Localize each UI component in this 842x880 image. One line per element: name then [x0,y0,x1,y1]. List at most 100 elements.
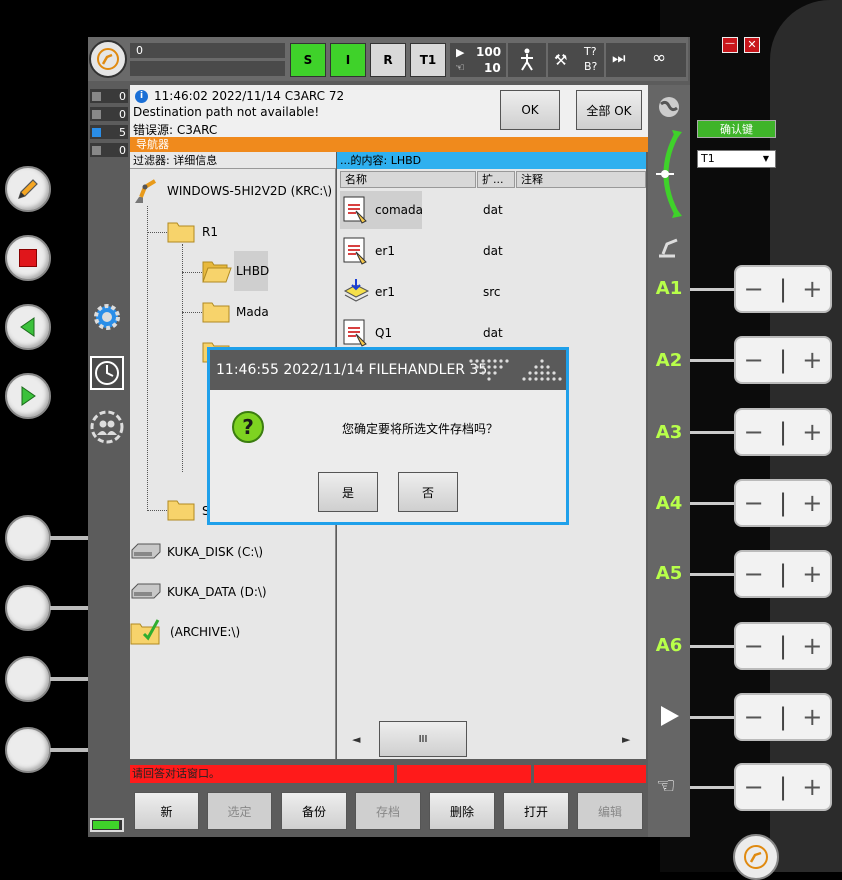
file-row[interactable]: er1 src [340,273,646,311]
plus-icon[interactable]: + [802,773,822,801]
override-button[interactable]: ▶ 100 ☜ 10 [450,43,506,77]
robot-coordinate-icon[interactable] [655,234,683,260]
ok-all-button[interactable]: 全部 OK [576,90,642,130]
scroll-left-icon[interactable]: ◄ [352,733,360,746]
scroll-thumb[interactable]: III [379,721,467,757]
dialog-message: 您确定要将所选文件存档吗？ [341,422,498,436]
plus-icon[interactable]: + [802,418,822,446]
submit-interpreter-button[interactable]: S [290,43,326,77]
operating-mode-button[interactable]: T1 [410,43,446,77]
jog-key-a1[interactable]: − | + [734,265,832,313]
mode-select-value: T1 [701,152,715,165]
plus-icon[interactable]: + [802,632,822,660]
jog-key-a6[interactable]: − | + [734,622,832,670]
tree-item-root[interactable]: WINDOWS-5HI2V2D (KRC:\) [167,184,332,198]
jog-key-program[interactable]: − | + [734,693,832,741]
horizontal-scrollbar[interactable]: ◄ III ► [340,721,646,757]
edit-pencil-button[interactable] [5,166,51,212]
yes-button[interactable]: 是 [318,472,378,512]
plus-icon[interactable]: + [802,275,822,303]
settings-gear-icon[interactable] [90,300,124,334]
stop-button[interactable] [5,235,51,281]
tree-item-disk-d[interactable]: KUKA_DATA (D:\) [167,585,267,599]
minus-icon[interactable]: − [744,489,764,517]
scroll-right-icon[interactable]: ► [622,733,630,746]
delete-button[interactable]: 删除 [429,792,495,830]
minimize-icon[interactable]: — [722,37,738,53]
robot-status-button[interactable] [508,43,546,77]
counter-state[interactable]: 0 [90,107,128,121]
tree-item-archive[interactable]: (ARCHIVE:\) [170,625,240,639]
jog-line [690,786,734,789]
file-row[interactable]: er1 dat [340,232,646,270]
jog-key-a2[interactable]: − | + [734,336,832,384]
minus-icon[interactable]: − [744,632,764,660]
start-backward-button[interactable] [5,304,51,350]
data-file-icon [343,237,367,265]
program-line-field[interactable] [130,61,285,76]
counter-info[interactable]: 5 [90,125,128,139]
jog-key-a4[interactable]: − | + [734,479,832,527]
open-button[interactable]: 打开 [503,792,569,830]
plus-icon[interactable]: + [802,560,822,588]
minus-icon[interactable]: − [744,275,764,303]
softkey-2[interactable] [5,585,51,631]
softkey-line [50,677,88,681]
drives-button[interactable]: I [330,43,366,77]
mode-select[interactable]: T1 ▼ [697,150,776,168]
clock-icon[interactable] [90,356,124,390]
tree-item-lhbd[interactable]: LHBD [234,251,269,291]
main-menu-button[interactable] [89,40,127,78]
minus-icon[interactable]: − [744,773,764,801]
plus-icon[interactable]: + [802,489,822,517]
plus-icon[interactable]: + [802,346,822,374]
minus-icon[interactable]: − [744,703,764,731]
tool-base-button[interactable]: ⚒ T? B? [548,43,604,77]
tree-item-disk-c[interactable]: KUKA_DISK (C:\) [167,545,263,559]
minus-icon[interactable]: − [744,560,764,588]
minus-icon[interactable]: − [744,418,764,446]
plus-icon[interactable]: + [802,703,822,731]
counter-ack[interactable]: 0 [90,89,128,103]
tree-item-mada[interactable]: Mada [236,305,269,319]
confirm-button[interactable]: 确认键 [697,120,776,138]
source-file-icon [343,279,370,302]
dialog-icon [92,145,101,155]
edit-button[interactable]: 编辑 [577,792,643,830]
kuka-main-menu-hardkey[interactable] [733,834,779,880]
pencil-icon [18,179,38,199]
jog-mode-arrows-icon[interactable] [648,128,690,220]
message-header: 11:46:02 2022/11/14 C3ARC 72 [154,89,345,103]
new-button[interactable]: 新 [134,792,199,830]
backup-button[interactable]: 备份 [281,792,347,830]
start-forward-button[interactable] [5,373,51,419]
softkey-4[interactable] [5,727,51,773]
select-button[interactable]: 选定 [207,792,272,830]
user-group-icon[interactable] [90,410,124,444]
globe-icon[interactable] [656,94,682,120]
filter-label[interactable]: 过滤器: 详细信息 [130,152,336,169]
softkey-3[interactable] [5,656,51,702]
program-name-field[interactable]: 0 [130,43,285,58]
jog-line [690,431,734,434]
column-name[interactable]: 名称 [340,171,476,188]
ok-button[interactable]: OK [500,90,560,130]
jog-key-a5[interactable]: − | + [734,550,832,598]
close-icon[interactable]: ✕ [744,37,760,53]
file-name: Q1 [375,326,393,340]
tree-item-r1[interactable]: R1 [202,225,218,239]
counter-dialog[interactable]: 0 [90,143,128,157]
incremental-jog-button[interactable]: ⏭ ∞ [606,43,686,77]
no-button[interactable]: 否 [398,472,458,512]
play-backward-icon [20,317,35,337]
archive-button[interactable]: 存档 [355,792,421,830]
column-comment[interactable]: 注释 [516,171,646,188]
robot-interpreter-button[interactable]: R [370,43,406,77]
softkey-line [50,748,88,752]
softkey-1[interactable] [5,515,51,561]
jog-key-a3[interactable]: − | + [734,408,832,456]
jog-key-override[interactable]: − | + [734,763,832,811]
file-row[interactable]: comada dat [340,191,646,229]
column-extension[interactable]: 扩... [477,171,515,188]
minus-icon[interactable]: − [744,346,764,374]
